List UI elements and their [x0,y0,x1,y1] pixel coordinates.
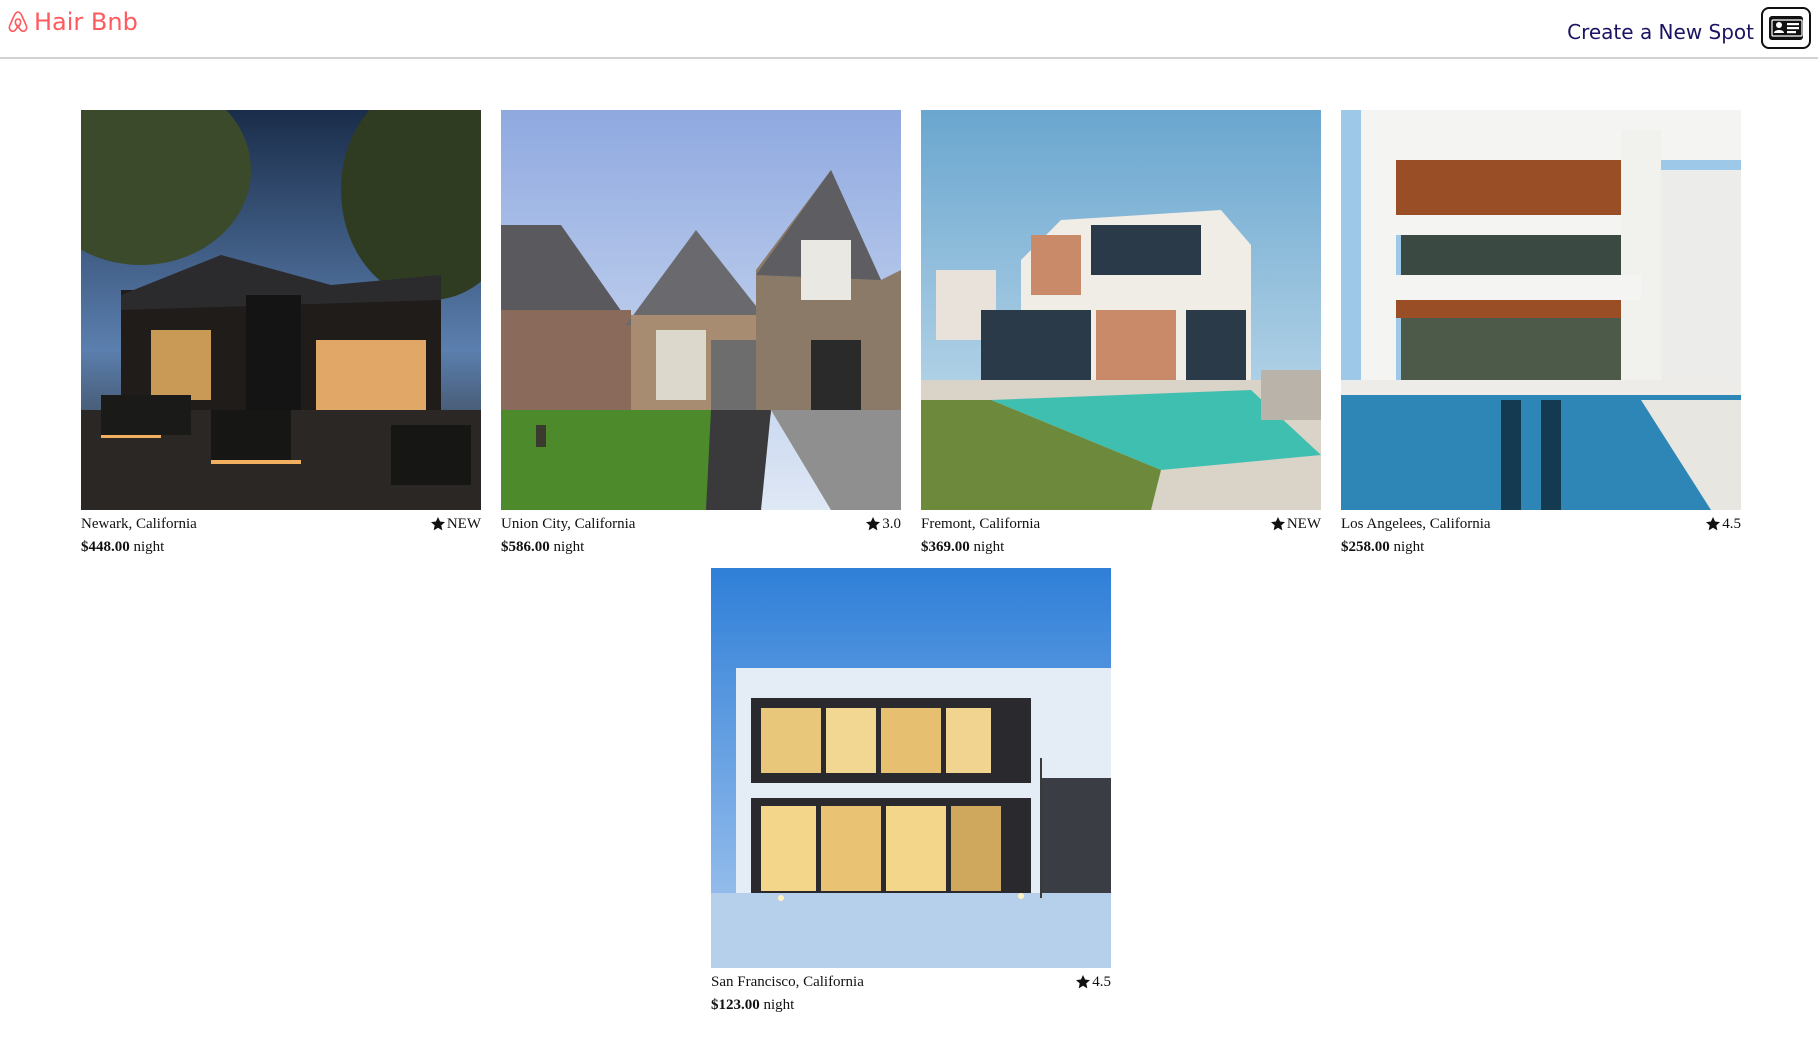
spot-price-row: $258.00 night [1341,539,1741,556]
spot-rating-value: NEW [446,515,481,532]
star-icon [866,517,881,531]
spot-price-row: $369.00 night [921,539,1321,556]
spot-location: San Francisco, California [711,973,864,990]
airbnb-logo-icon [8,11,28,32]
spot-price-unit: night [763,997,795,1013]
spot-photo[interactable] [1341,110,1741,510]
spot-photo[interactable] [81,110,481,510]
spot-price-unit: night [973,539,1005,555]
spot-meta-row: San Francisco, California 4.5 [711,971,1111,993]
spot-price-row: $448.00 night [81,539,481,556]
spot-rating-value: 3.0 [882,515,901,532]
spot-price-row: $123.00 night [711,997,1111,1014]
spot-meta-row: Union City, California 3.0 [501,513,901,535]
spot-price: $586.00 [501,539,550,555]
spot-price: $258.00 [1341,539,1390,555]
spot-rating-value: 4.5 [1092,973,1111,990]
spot-photo[interactable] [501,110,901,510]
house-photo-image [501,110,901,510]
spot-location: Fremont, California [921,515,1041,532]
spot-photo[interactable] [711,568,1111,968]
house-photo-image [711,568,1111,968]
star-icon [430,517,445,531]
spot-price-row: $586.00 night [501,539,901,556]
spot-card-newark[interactable]: Newark, California NEW $448.00 night [81,110,481,556]
spot-rating-value: 4.5 [1722,515,1741,532]
spot-price-unit: night [1393,539,1425,555]
spot-card-san-francisco[interactable]: San Francisco, California 4.5 $123.00 ni… [711,568,1111,1014]
spot-photo[interactable] [921,110,1321,510]
spot-rating: 4.5 [1705,516,1741,533]
spot-card-los-angeles[interactable]: Los Angelees, California 4.5 $258.00 nig… [1341,110,1741,556]
spot-location: Los Angelees, California [1341,515,1491,532]
house-photo-image [81,110,481,510]
spot-location: Newark, California [81,515,197,532]
spot-price: $123.00 [711,997,760,1013]
spot-price: $369.00 [921,539,970,555]
profile-button[interactable] [1761,7,1811,49]
spot-meta-row: Newark, California NEW [81,513,481,535]
spot-card-fremont[interactable]: Fremont, California NEW $369.00 night [921,110,1321,556]
spot-location: Union City, California [501,515,636,532]
spot-card-union-city[interactable]: Union City, California 3.0 $586.00 night [501,110,901,556]
star-icon [1706,517,1721,531]
id-card-icon [1769,16,1803,40]
logo-text: Hair Bnb [34,8,138,36]
top-nav: Hair Bnb Create a New Spot [0,0,1818,59]
spot-price-unit: night [553,539,585,555]
spot-rating: NEW [430,516,481,533]
spot-price-unit: night [133,539,165,555]
house-photo-image [921,110,1321,510]
spot-rating: 4.5 [1075,974,1111,991]
house-photo-image [1341,110,1741,510]
spot-price: $448.00 [81,539,130,555]
spot-meta-row: Los Angelees, California 4.5 [1341,513,1741,535]
spot-rating: 3.0 [865,516,901,533]
create-new-spot-link[interactable]: Create a New Spot [1567,18,1754,46]
star-icon [1270,517,1285,531]
spot-rating: NEW [1270,516,1321,533]
home-logo-link[interactable]: Hair Bnb [8,6,138,38]
spot-meta-row: Fremont, California NEW [921,513,1321,535]
spot-rating-value: NEW [1286,515,1321,532]
star-icon [1076,975,1091,989]
